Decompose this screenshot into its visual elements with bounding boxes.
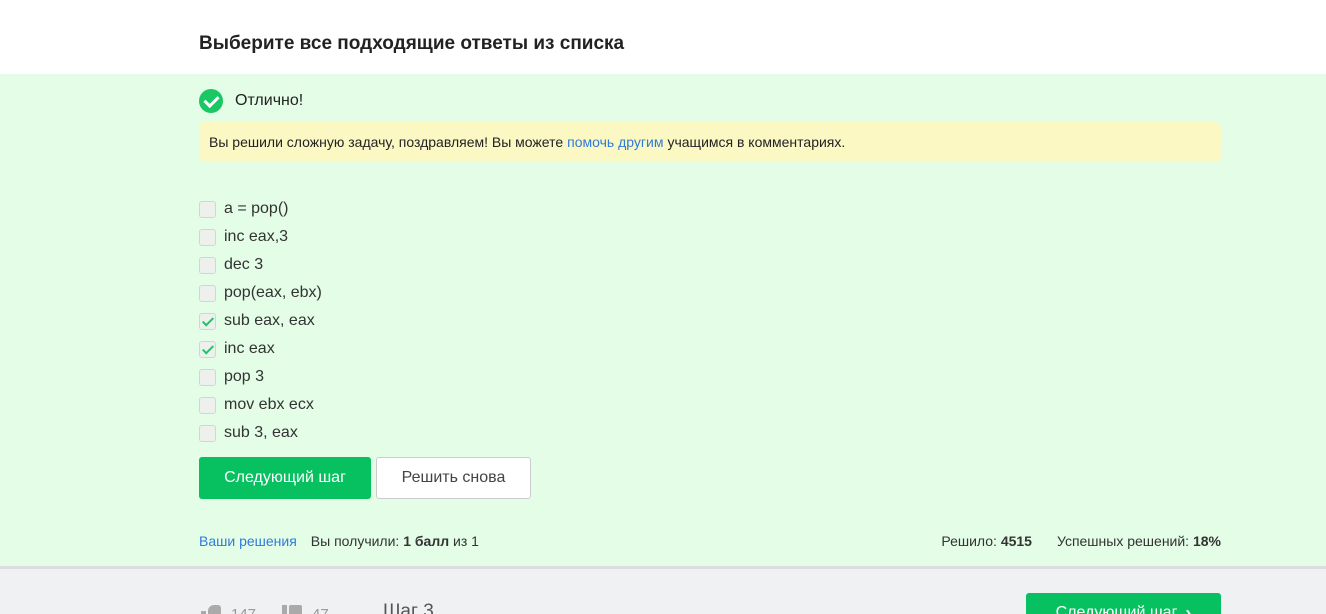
checkbox-checked[interactable] [199, 312, 216, 330]
like-button[interactable]: 147 [201, 605, 256, 614]
question-header: Выберите все подходящие ответы из списка [0, 0, 1326, 74]
action-buttons: Следующий шаг Решить снова [199, 457, 531, 499]
thumbs-up-icon [201, 605, 223, 614]
status-text: Отлично! [235, 92, 304, 109]
hint-text: Вы решили сложную задачу, поздравляем! В… [209, 134, 564, 150]
option-item[interactable]: a = pop() [199, 195, 322, 223]
hint-text-end: учащимся в комментариях. [667, 134, 846, 150]
score-value: 1 балл [403, 533, 450, 549]
checkbox-checked[interactable] [199, 340, 216, 358]
score-of: из 1 [453, 533, 479, 549]
option-item[interactable]: mov ebx ecx [199, 391, 322, 419]
footer-next-step-button[interactable]: Следующий шаг › [1026, 593, 1221, 614]
checkbox[interactable] [199, 284, 216, 302]
success-check-icon [199, 89, 223, 113]
success-rate: Успешных решений: 18% [1057, 533, 1221, 549]
stats-row: Ваши решения Вы получили: 1 балл из 1 Ре… [199, 531, 1221, 551]
next-step-button[interactable]: Следующий шаг [199, 457, 371, 499]
option-label: mov ebx ecx [224, 396, 314, 413]
likes-count: 147 [231, 605, 257, 614]
option-label: sub eax, eax [224, 312, 315, 329]
option-item[interactable]: dec 3 [199, 251, 322, 279]
hint-box: Вы решили сложную задачу, поздравляем! В… [199, 122, 1221, 162]
success-label: Успешных решений: [1056, 533, 1190, 549]
checkbox[interactable] [199, 256, 216, 274]
checkbox[interactable] [199, 200, 216, 218]
option-item[interactable]: sub eax, eax [199, 307, 322, 335]
footer-next-step-label: Следующий шаг [1055, 604, 1178, 614]
option-label: a = pop() [224, 200, 289, 217]
score-summary: Вы получили: 1 балл из 1 [311, 533, 479, 549]
option-label: dec 3 [224, 256, 264, 273]
question-title: Выберите все подходящие ответы из списка [199, 33, 625, 54]
solve-again-button[interactable]: Решить снова [376, 457, 531, 499]
checkbox[interactable] [199, 396, 216, 414]
option-label: inc eax,3 [224, 228, 289, 245]
score-prefix: Вы получили: [310, 533, 400, 549]
success-value: 18% [1192, 533, 1221, 549]
result-panel: Отлично! Вы решили сложную задачу, поздр… [0, 74, 1326, 566]
step-label: Шаг 3 [383, 601, 434, 614]
dislikes-count: 47 [312, 605, 329, 614]
option-item[interactable]: inc eax [199, 335, 322, 363]
option-label: pop(eax, ebx) [224, 284, 322, 301]
your-solutions-link[interactable]: Ваши решения [199, 533, 297, 549]
option-label: pop 3 [224, 368, 265, 385]
help-others-link[interactable]: помочь другим [567, 134, 663, 150]
solved-label: Решило: [941, 533, 997, 549]
option-item[interactable]: sub 3, eax [199, 419, 322, 447]
status-row: Отлично! [199, 89, 303, 113]
footer-bar: 147 47 Шаг 3 Следующий шаг › [0, 566, 1326, 614]
option-item[interactable]: pop 3 [199, 363, 322, 391]
solution-stats: Решило: 4515 Успешных решений: 18% [941, 533, 1221, 549]
option-label: inc eax [224, 340, 275, 357]
answer-options: a = pop() inc eax,3 dec 3 pop(eax, ebx) … [199, 195, 322, 447]
option-item[interactable]: inc eax,3 [199, 223, 322, 251]
chevron-right-icon: › [1185, 602, 1192, 614]
thumbs-down-icon [282, 605, 304, 614]
checkbox[interactable] [199, 228, 216, 246]
checkbox[interactable] [199, 368, 216, 386]
solved-count: Решило: 4515 [941, 533, 1032, 549]
checkbox[interactable] [199, 424, 216, 442]
dislike-button[interactable]: 47 [282, 605, 329, 614]
option-item[interactable]: pop(eax, ebx) [199, 279, 322, 307]
solved-value: 4515 [1000, 533, 1032, 549]
option-label: sub 3, eax [224, 424, 298, 441]
